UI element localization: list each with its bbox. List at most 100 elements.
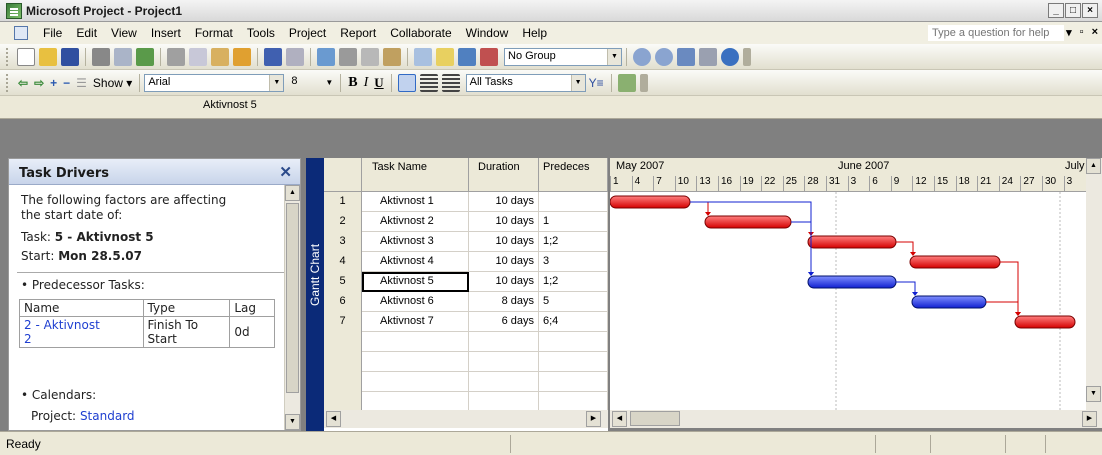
underline-button[interactable]: U [374,75,383,91]
predecessors-cell[interactable]: 6;4 [539,312,608,332]
gantt-vertical-scrollbar[interactable]: ▲ ▼ [1086,158,1102,410]
view-bar[interactable]: Gantt Chart [306,158,324,431]
show-subtasks-icon[interactable]: + [50,76,57,90]
menu-format[interactable]: Format [188,26,240,40]
gantt-chart-wizard-icon[interactable] [617,73,636,92]
row-id[interactable]: 4 [324,252,362,272]
open-icon[interactable] [39,47,57,66]
autofilter-icon[interactable]: Y≡ [589,76,604,90]
copy-picture-icon[interactable] [699,47,717,66]
format-painter-icon[interactable] [233,47,251,66]
table-row[interactable] [324,332,608,352]
print-preview-icon[interactable] [114,47,132,66]
predecessors-cell[interactable]: 1 [539,212,608,232]
predecessors-cell[interactable] [539,352,608,372]
table-row[interactable]: 3 Aktivnost 3 10 days 1;2 [324,232,608,252]
scroll-left-icon[interactable]: ◀ [612,411,627,427]
save-icon[interactable] [61,47,79,66]
help-icon[interactable] [721,47,739,66]
bold-button[interactable]: B [348,75,357,91]
predecessors-cell[interactable] [539,372,608,392]
scroll-to-task-icon[interactable] [677,47,695,66]
help-search-input[interactable] [928,25,1064,41]
doc-minimize-button[interactable]: ▾ [1066,26,1072,39]
task-name-cell[interactable]: Aktivnost 3 [362,232,469,252]
menu-help[interactable]: Help [515,26,554,40]
menu-tools[interactable]: Tools [240,26,282,40]
chevron-down-icon[interactable]: ▼ [607,48,621,65]
task-name-cell[interactable]: Aktivnost 1 [362,192,469,212]
entry-field[interactable]: Aktivnost 5 [200,99,1100,115]
close-icon[interactable]: ✕ [279,163,292,181]
task-name-cell[interactable]: Aktivnost 6 [362,292,469,312]
table-row[interactable] [324,392,608,412]
table-row[interactable]: 5 Aktivnost 5 10 days 1;2 [324,272,608,292]
row-id[interactable]: 7 [324,312,362,332]
predecessors-cell[interactable]: 1;2 [539,272,608,292]
unlink-tasks-icon[interactable] [361,47,379,66]
gantt-horizontal-scrollbar[interactable]: ◀ ▶ [610,410,1102,428]
table-row[interactable]: 7 Aktivnost 76 days 6;4 [324,312,608,332]
menu-report[interactable]: Report [333,26,383,40]
row-id[interactable] [324,372,362,392]
chevron-down-icon[interactable]: ▼ [325,78,333,87]
print-icon[interactable] [92,47,110,66]
column-header-task-name[interactable]: Task Name [362,158,469,192]
scroll-down-icon[interactable]: ▼ [1086,386,1101,402]
gantt-bar-task-3[interactable] [807,235,897,249]
row-id[interactable]: 5 [324,272,362,292]
gantt-bar-task-6[interactable] [911,295,987,309]
task-name-cell[interactable] [362,352,469,372]
duration-cell[interactable]: 10 days [469,252,539,272]
gantt-bar-task-4[interactable] [909,255,1001,269]
chevron-down-icon[interactable]: ▼ [570,74,585,91]
column-header-predecessors[interactable]: Predeces [539,158,608,192]
predecessors-cell[interactable] [539,192,608,212]
task-name-cell[interactable]: Aktivnost 4 [362,252,469,272]
doc-restore-button[interactable]: ▫ [1080,26,1084,39]
row-id[interactable]: 3 [324,232,362,252]
table-row[interactable]: 1 Aktivnost 1 10 days [324,192,608,212]
outdent-icon[interactable]: ⇦ [18,76,28,90]
menu-project[interactable]: Project [282,26,333,40]
chevron-down-icon[interactable]: ▼ [269,74,284,91]
row-id[interactable]: 6 [324,292,362,312]
italic-button[interactable]: I [364,75,369,91]
duration-cell[interactable]: 10 days [469,272,539,292]
cut-icon[interactable] [167,47,185,66]
row-id[interactable] [324,332,362,352]
table-row[interactable] [324,352,608,372]
toolbar-options-icon[interactable] [743,47,751,66]
menu-edit[interactable]: Edit [69,26,104,40]
task-name-cell[interactable] [362,392,469,412]
predecessors-cell[interactable]: 5 [539,292,608,312]
align-left-icon[interactable] [397,73,416,92]
document-icon[interactable] [14,26,28,40]
redo-icon[interactable] [286,47,304,66]
align-right-icon[interactable] [441,73,460,92]
menu-file[interactable]: File [36,26,69,40]
zoom-in-icon[interactable] [633,47,651,66]
table-row[interactable]: 6 Aktivnost 68 days 5 [324,292,608,312]
zoom-out-icon[interactable] [655,47,673,66]
duration-cell[interactable] [469,352,539,372]
row-id[interactable]: 1 [324,192,362,212]
outline-icon[interactable]: ☰ [76,76,87,90]
predecessors-cell[interactable] [539,392,608,412]
minimize-button[interactable]: _ [1048,3,1064,18]
duration-cell[interactable]: 10 days [469,192,539,212]
hide-subtasks-icon[interactable]: − [63,76,70,90]
predecessor-link[interactable]: 2 - Aktivnost 2 [19,316,144,348]
font-select[interactable]: Arial ▼ [144,73,285,92]
toolbar-grip[interactable] [6,73,9,92]
row-id[interactable] [324,352,362,372]
row-id[interactable]: 2 [324,212,362,232]
copy-icon[interactable] [189,47,207,66]
scroll-right-icon[interactable]: ▶ [1082,411,1097,427]
gantt-bar-task-5[interactable] [807,275,897,289]
predecessors-cell[interactable]: 3 [539,252,608,272]
task-name-cell[interactable]: Aktivnost 7 [362,312,469,332]
toolbar-options-icon[interactable] [639,73,648,92]
duration-cell[interactable] [469,372,539,392]
new-icon[interactable] [17,47,35,66]
